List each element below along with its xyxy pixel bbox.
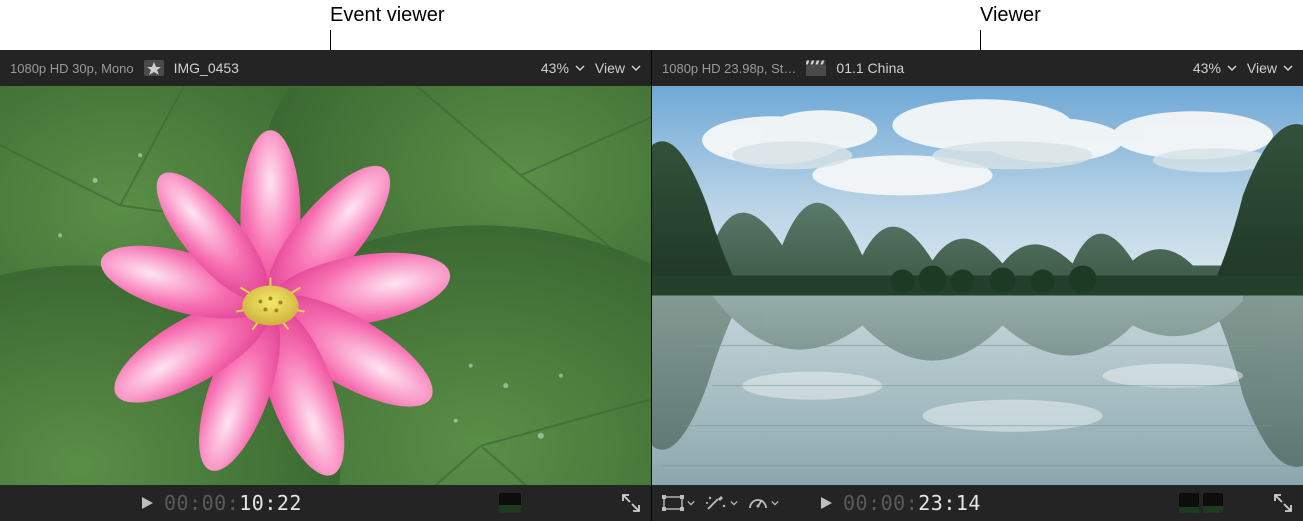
- viewer-label: Viewer: [980, 4, 1041, 27]
- audio-meter: [499, 493, 521, 513]
- viewer-canvas[interactable]: [652, 86, 1303, 485]
- viewer-panel: 1080p HD 23.98p, St… 01.1 China 43% View: [651, 50, 1303, 521]
- zoom-dropdown[interactable]: 43%: [1193, 60, 1237, 76]
- annotation-labels: Event viewer Viewer: [0, 0, 1303, 50]
- play-button[interactable]: [819, 496, 833, 510]
- chevron-down-icon: [1227, 63, 1237, 73]
- star-icon: [144, 60, 164, 76]
- viewer-topbar: 1080p HD 23.98p, St… 01.1 China 43% View: [652, 50, 1303, 86]
- timecode-display[interactable]: 00:00:23:14: [843, 491, 981, 515]
- chevron-down-icon: [1283, 63, 1293, 73]
- effects-tool[interactable]: [705, 494, 738, 512]
- fullscreen-button[interactable]: [621, 493, 641, 513]
- view-dropdown[interactable]: View: [1247, 60, 1293, 76]
- viewer-bottombar: 00:00:23:14: [652, 485, 1303, 521]
- event-viewer-panel: 1080p HD 30p, Mono IMG_0453 43% View: [0, 50, 651, 521]
- format-text: 1080p HD 23.98p, St…: [662, 61, 796, 76]
- event-viewer-topbar: 1080p HD 30p, Mono IMG_0453 43% View: [0, 50, 651, 86]
- clip-name: 01.1 China: [836, 60, 904, 76]
- clip-name: IMG_0453: [174, 60, 239, 76]
- audio-meter: [1179, 493, 1223, 513]
- zoom-dropdown[interactable]: 43%: [541, 60, 585, 76]
- chevron-down-icon: [631, 63, 641, 73]
- event-viewer-label: Event viewer: [330, 4, 445, 27]
- transform-tool[interactable]: [662, 495, 695, 511]
- fullscreen-button[interactable]: [1273, 493, 1293, 513]
- event-viewer-bottombar: 00:00:10:22: [0, 485, 651, 521]
- retime-tool[interactable]: [748, 494, 779, 512]
- format-text: 1080p HD 30p, Mono: [10, 61, 134, 76]
- chevron-down-icon: [575, 63, 585, 73]
- view-dropdown[interactable]: View: [595, 60, 641, 76]
- event-viewer-canvas[interactable]: [0, 86, 651, 485]
- play-button[interactable]: [140, 496, 154, 510]
- clapper-icon: [806, 60, 826, 76]
- timecode-display[interactable]: 00:00:10:22: [164, 491, 302, 515]
